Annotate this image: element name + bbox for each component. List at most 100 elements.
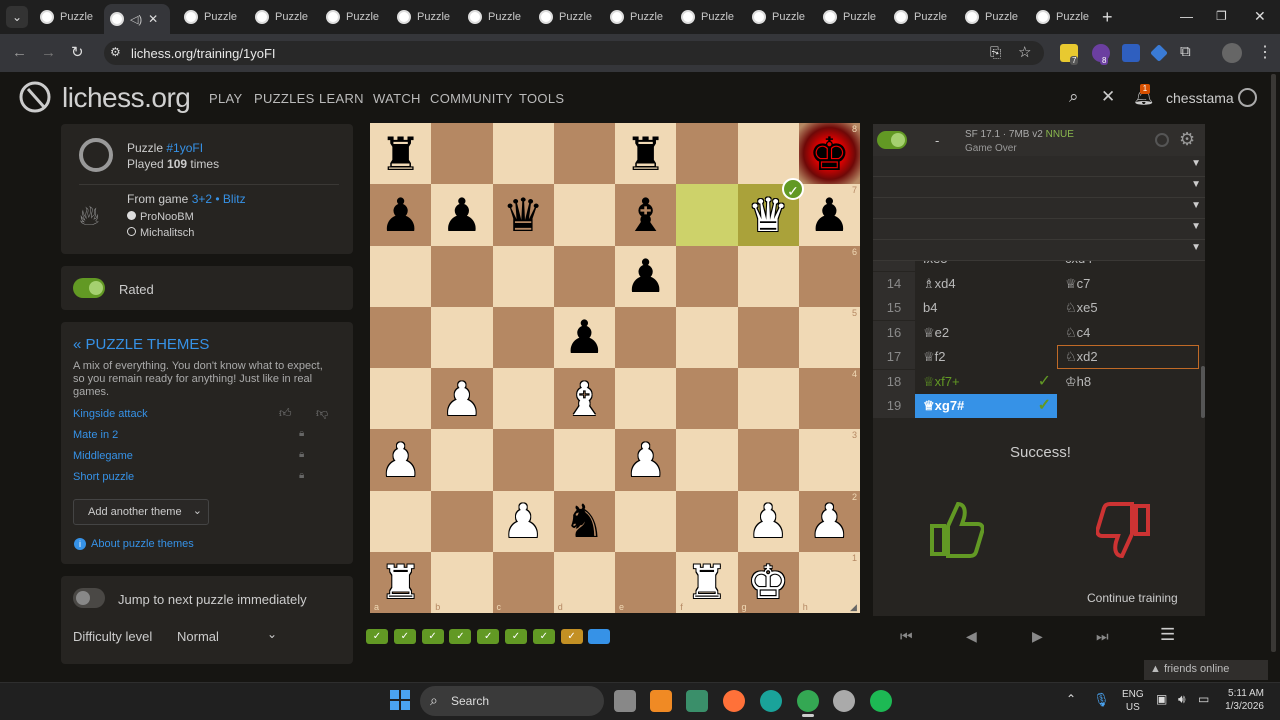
black-rook-piece[interactable]: ♜ xyxy=(380,131,421,177)
nav-watch[interactable]: WATCH xyxy=(373,91,421,106)
move-list-scrollbar[interactable] xyxy=(1201,366,1205,418)
spotify-icon[interactable] xyxy=(870,690,892,712)
restore-icon[interactable]: ❐ xyxy=(1216,9,1227,23)
white-move[interactable]: ♗xd4 xyxy=(915,272,1057,296)
browser-tab[interactable]: Puzzle xyxy=(675,4,743,30)
square-a4[interactable] xyxy=(370,368,432,430)
white-queen-piece[interactable]: ♛ xyxy=(748,192,789,238)
about-themes-link[interactable]: About puzzle themes xyxy=(91,538,194,550)
back-icon[interactable]: ← xyxy=(12,44,27,61)
user-avatar-icon[interactable] xyxy=(1238,88,1257,107)
thumbs-up-vote-icon[interactable] xyxy=(928,500,984,558)
square-c1[interactable]: c xyxy=(492,551,554,613)
square-c2[interactable]: ♟ xyxy=(492,490,554,552)
nav-play[interactable]: PLAY xyxy=(209,91,242,106)
search-icon[interactable]: ⌕ xyxy=(1069,87,1079,107)
white-pawn-piece[interactable]: ♟ xyxy=(441,376,482,422)
square-a1[interactable]: ♜ a xyxy=(370,551,432,613)
engine-line[interactable]: ▼ xyxy=(873,156,1205,177)
square-a5[interactable] xyxy=(370,306,432,368)
white-move[interactable]: ♕f2 xyxy=(915,345,1057,369)
engine-line[interactable]: ▼ xyxy=(873,219,1205,240)
square-f4[interactable] xyxy=(676,368,738,430)
browser-menu-icon[interactable]: ⋮ xyxy=(1257,42,1273,62)
gear-icon[interactable]: ⚙ xyxy=(1179,129,1195,150)
browser-tab[interactable]: Puzzle xyxy=(817,4,885,30)
white-pawn-piece[interactable]: ♟ xyxy=(380,437,421,483)
next-move-icon[interactable]: ▶︎ xyxy=(1032,628,1043,645)
square-f1[interactable]: ♜ f xyxy=(676,551,738,613)
steam-icon[interactable] xyxy=(833,690,855,712)
square-h4[interactable]: 4 xyxy=(798,368,860,430)
theme-mate-in-2[interactable]: Mate in 2 xyxy=(73,429,118,441)
browser-tab[interactable]: Puzzle xyxy=(320,4,388,30)
black-king-piece[interactable]: ♚ xyxy=(809,131,850,177)
nav-community[interactable]: COMMUNITY xyxy=(430,91,513,106)
themes-title[interactable]: « PUZZLE THEMES xyxy=(73,336,209,353)
white-move[interactable]: fxe5 xyxy=(915,261,1057,271)
square-b4[interactable]: ♟ xyxy=(431,368,493,430)
white-king-piece[interactable]: ♚ xyxy=(748,559,789,605)
black-pawn-piece[interactable]: ♟ xyxy=(625,253,666,299)
engine-line[interactable]: ▼ xyxy=(873,198,1205,219)
browser-tab[interactable]: Puzzle xyxy=(533,4,601,30)
square-b3[interactable] xyxy=(431,429,493,491)
browser-tab[interactable]: Puzzle xyxy=(604,4,672,30)
square-f8[interactable] xyxy=(676,123,738,185)
windows-start-icon[interactable] xyxy=(390,690,410,710)
square-a7[interactable]: ♟ xyxy=(370,184,432,246)
black-pawn-piece[interactable]: ♟ xyxy=(564,314,605,360)
black-pawn-piece[interactable]: ♟ xyxy=(380,192,421,238)
target-icon[interactable] xyxy=(1155,133,1169,147)
square-c8[interactable] xyxy=(492,123,554,185)
square-h6[interactable]: 6 xyxy=(798,245,860,307)
theme-middlegame[interactable]: Middlegame xyxy=(73,450,133,462)
site-info-icon[interactable]: ⚙ xyxy=(110,45,121,59)
add-theme-select[interactable]: Add another theme ⌄ xyxy=(73,499,209,525)
black-move[interactable]: cxd4 xyxy=(1057,261,1199,271)
puzzle-history-item[interactable]: ✓ xyxy=(449,629,472,644)
puzzle-history-item[interactable]: ✓ xyxy=(393,629,416,644)
browser-tab[interactable]: Puzzle xyxy=(462,4,530,30)
new-tab-button[interactable]: + xyxy=(1102,7,1113,28)
square-g4[interactable] xyxy=(737,368,799,430)
square-d8[interactable] xyxy=(553,123,615,185)
install-app-icon[interactable]: ⎘ xyxy=(990,44,1001,61)
browser-tab[interactable]: Puzzle xyxy=(249,4,317,30)
browser-tab[interactable]: Puzzle xyxy=(1030,4,1098,30)
difficulty-select[interactable]: Normal ⌄ xyxy=(173,624,281,648)
square-c4[interactable] xyxy=(492,368,554,430)
black-pawn-piece[interactable]: ♟ xyxy=(441,192,482,238)
nav-tools[interactable]: TOOLS xyxy=(519,91,564,106)
page-scrollbar[interactable] xyxy=(1271,74,1276,652)
prev-move-icon[interactable]: ◀︎ xyxy=(966,628,977,645)
nav-puzzles[interactable]: PUZZLES xyxy=(254,91,315,106)
engine-line[interactable]: ▼ xyxy=(873,240,1205,261)
profile-avatar[interactable] xyxy=(1222,43,1242,63)
black-move[interactable]: ♕c7 xyxy=(1057,272,1199,296)
white-move[interactable]: ♕xf7+ ✓ xyxy=(915,370,1057,394)
square-h8[interactable]: ♚ 8 xyxy=(798,123,860,185)
browser-tab[interactable]: Puzzle xyxy=(391,4,459,30)
square-d4[interactable]: ♝ xyxy=(553,368,615,430)
game-link[interactable]: 3+2 • Blitz xyxy=(192,192,246,206)
black-move[interactable]: ♘xe5 xyxy=(1057,296,1199,320)
white-pawn-piece[interactable]: ♟ xyxy=(625,437,666,483)
thumbs-up-icon[interactable]: 👍︎ xyxy=(279,406,292,421)
square-b7[interactable]: ♟ xyxy=(431,184,493,246)
white-move[interactable]: ♕e2 xyxy=(915,321,1057,345)
bookmark-star-icon[interactable]: ☆ xyxy=(1018,43,1031,61)
resize-handle-icon[interactable]: ◢ xyxy=(850,602,857,613)
black-move[interactable] xyxy=(1057,394,1199,418)
snipping-tool-icon[interactable] xyxy=(686,690,708,712)
white-pawn-piece[interactable]: ♟ xyxy=(748,498,789,544)
square-b1[interactable]: b xyxy=(431,551,493,613)
square-e4[interactable] xyxy=(615,368,677,430)
swords-icon[interactable]: ✕ xyxy=(1101,87,1115,107)
square-e3[interactable]: ♟ xyxy=(615,429,677,491)
theme-kingside-attack[interactable]: Kingside attack xyxy=(73,408,148,420)
square-c6[interactable] xyxy=(492,245,554,307)
puzzle-history-item[interactable]: ✓ xyxy=(477,629,500,644)
black-bishop-piece[interactable]: ♝ xyxy=(625,192,666,238)
menu-icon[interactable]: ☰ xyxy=(1160,625,1175,645)
